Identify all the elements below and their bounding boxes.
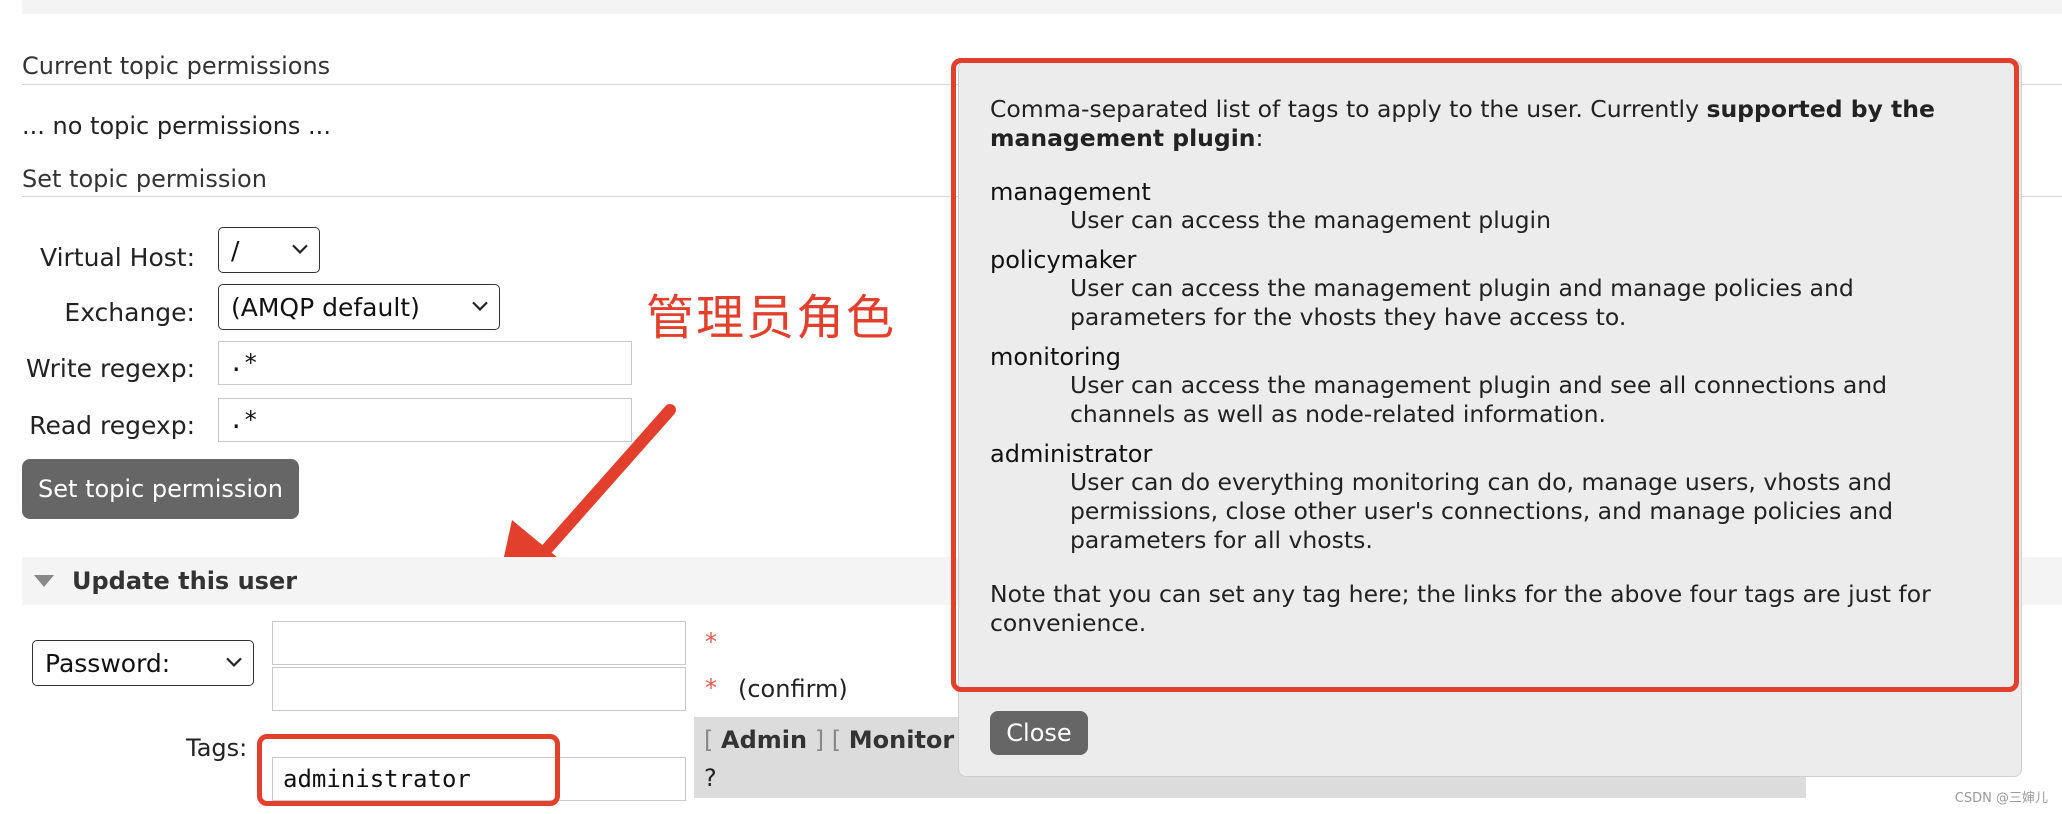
virtual-host-select[interactable]: / bbox=[218, 227, 320, 273]
chevron-down-icon bbox=[472, 301, 488, 311]
tag-term-management: management bbox=[990, 178, 1151, 206]
write-regexp-label: Write regexp: bbox=[26, 354, 195, 383]
exchange-select[interactable]: (AMQP default) bbox=[218, 284, 500, 330]
tag-term-policymaker: policymaker bbox=[990, 246, 1137, 274]
required-mark: * bbox=[705, 628, 717, 656]
help-note-line2: convenience. bbox=[990, 609, 1147, 637]
update-user-heading: Update this user bbox=[72, 567, 298, 595]
virtual-host-value: / bbox=[231, 235, 240, 265]
tag-link-admin[interactable]: Admin bbox=[721, 726, 807, 754]
help-intro: Comma-separated list of tags to apply to… bbox=[990, 95, 1990, 153]
help-intro-colon: : bbox=[1255, 124, 1264, 152]
admin-role-annotation: 管理员角色 bbox=[646, 290, 897, 346]
bracket-open: [ bbox=[704, 726, 714, 754]
virtual-host-label: Virtual Host: bbox=[40, 243, 195, 272]
help-intro-text: Comma-separated list of tags to apply to… bbox=[990, 95, 1707, 123]
read-regexp-label: Read regexp: bbox=[29, 411, 195, 440]
chevron-down-icon bbox=[226, 657, 242, 667]
password-mode-value: Password: bbox=[45, 648, 171, 678]
tag-desc-administrator-line3: parameters for all vhosts. bbox=[1070, 526, 1373, 554]
top-section-strip bbox=[22, 0, 2062, 14]
tag-link-monitoring[interactable]: Monitor bbox=[849, 726, 954, 754]
set-topic-permission-heading: Set topic permission bbox=[22, 165, 267, 193]
bracket-close: ] bbox=[814, 726, 825, 754]
tag-desc-management: User can access the management plugin bbox=[1070, 206, 1551, 234]
set-topic-permission-button[interactable]: Set topic permission bbox=[22, 459, 299, 519]
write-regexp-input[interactable]: .* bbox=[218, 341, 632, 385]
current-topic-permissions-heading: Current topic permissions bbox=[22, 52, 331, 80]
tag-term-monitoring: monitoring bbox=[990, 343, 1122, 371]
exchange-label: Exchange: bbox=[64, 298, 195, 327]
tag-term-administrator: administrator bbox=[990, 440, 1153, 468]
tag-desc-policymaker-line2: parameters for the vhosts they have acce… bbox=[1070, 303, 1627, 331]
close-button[interactable]: Close bbox=[990, 711, 1088, 755]
exchange-value: (AMQP default) bbox=[231, 292, 420, 322]
no-topic-permissions-text: ... no topic permissions ... bbox=[22, 112, 331, 140]
tag-desc-administrator-line2: permissions, close other user's connecti… bbox=[1070, 497, 1893, 525]
help-marker[interactable]: ? bbox=[704, 764, 717, 792]
watermark: CSDN @三婶儿 bbox=[1954, 791, 2048, 806]
help-note-line1: Note that you can set any tag here; the … bbox=[990, 580, 1931, 608]
tag-desc-monitoring-line2: channels as well as node-related informa… bbox=[1070, 400, 1606, 428]
triangle-down-icon bbox=[34, 575, 54, 587]
bracket-open: [ bbox=[831, 726, 842, 754]
tags-highlight-frame bbox=[257, 734, 560, 806]
password-input[interactable] bbox=[272, 621, 686, 665]
confirm-label: (confirm) bbox=[738, 675, 848, 703]
password-confirm-input[interactable] bbox=[272, 667, 686, 711]
tag-desc-policymaker-line1: User can access the management plugin an… bbox=[1070, 274, 1854, 302]
password-mode-select[interactable]: Password: bbox=[32, 640, 254, 686]
tag-desc-administrator-line1: User can do everything monitoring can do… bbox=[1070, 468, 1892, 496]
tags-label: Tags: bbox=[186, 734, 248, 762]
chevron-down-icon bbox=[292, 244, 308, 254]
required-mark: * bbox=[705, 674, 717, 702]
tag-desc-monitoring-line1: User can access the management plugin an… bbox=[1070, 371, 1888, 399]
